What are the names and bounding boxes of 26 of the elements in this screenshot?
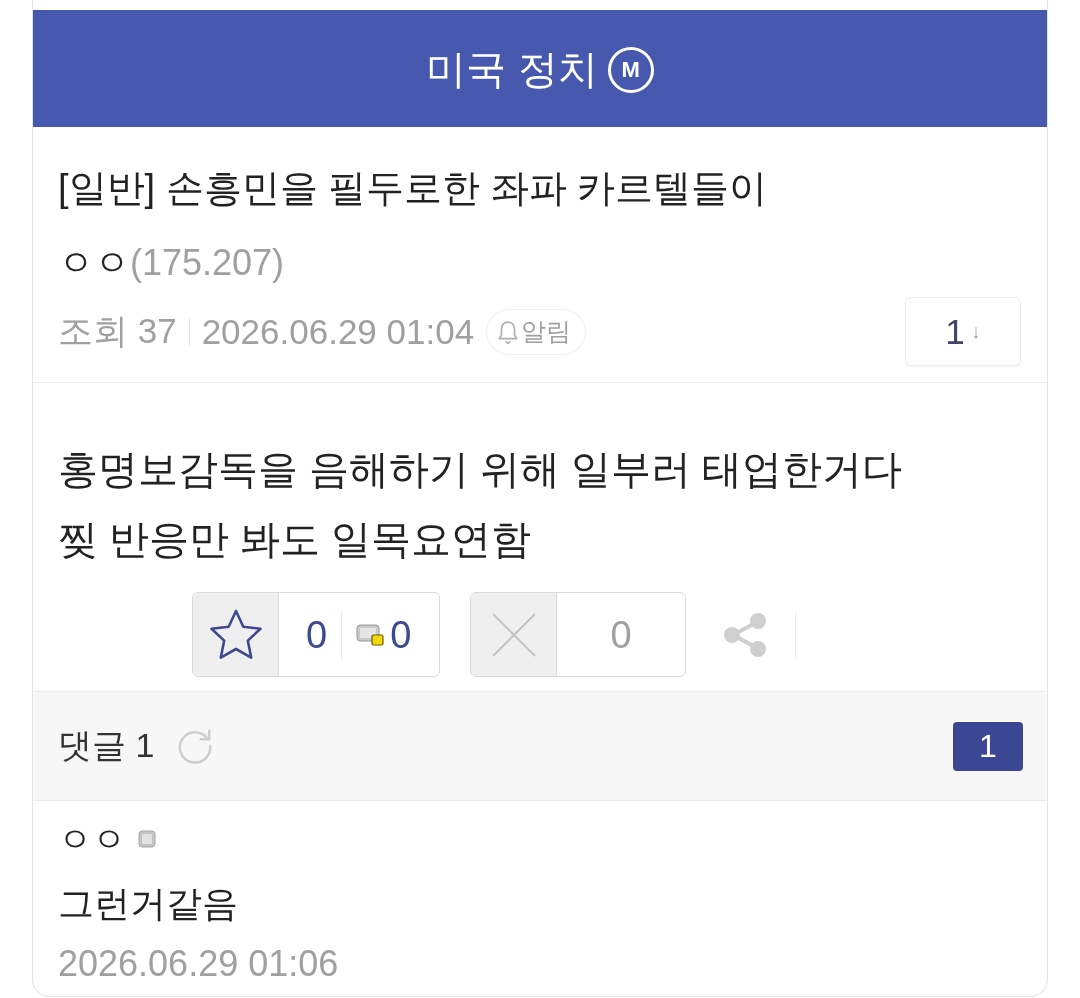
recommend-count: 0 (306, 615, 328, 654)
square-icon (138, 830, 156, 848)
post-body-text: 홍명보감독을 음해하기 위해 일부러 태업한거다 (58, 446, 904, 493)
post-body-text: 찢 반응만 봐도 일목요연함 (58, 516, 533, 563)
comment-text: 그런거같음 (58, 882, 239, 926)
comment-nickname: ㅇㅇ (58, 819, 126, 859)
tile-icon (356, 623, 385, 646)
fixed-recommend-count: 0 (390, 615, 412, 654)
recommend-button[interactable] (193, 593, 279, 676)
post-title: [일반] 손흥민을 필두로한 좌파 카르텔들이 (58, 166, 769, 211)
nonrecommend-count: 0 (609, 615, 633, 654)
view-count: 조회 37 (58, 310, 177, 352)
star-icon (207, 607, 264, 662)
comment-date: 2026.06.29 01:06 (58, 942, 340, 986)
gallery-mark: M (607, 46, 654, 93)
comment-count-label: 댓글 1 (58, 725, 155, 766)
bell-icon (497, 319, 520, 344)
author-ip: (175.207) (130, 242, 285, 283)
gallery-title: 미국 정치 (426, 45, 598, 93)
post-date: 2026.06.29 01:04 (201, 311, 475, 352)
share-icon[interactable] (722, 611, 768, 658)
author-nickname: ㅇㅇ (58, 242, 130, 283)
comment-jump-button[interactable]: 1 ↓ (905, 297, 1021, 366)
cross-icon (490, 611, 537, 658)
comment-count-badge: 1 (953, 721, 1023, 771)
nonrecommend-button[interactable] (471, 593, 557, 676)
